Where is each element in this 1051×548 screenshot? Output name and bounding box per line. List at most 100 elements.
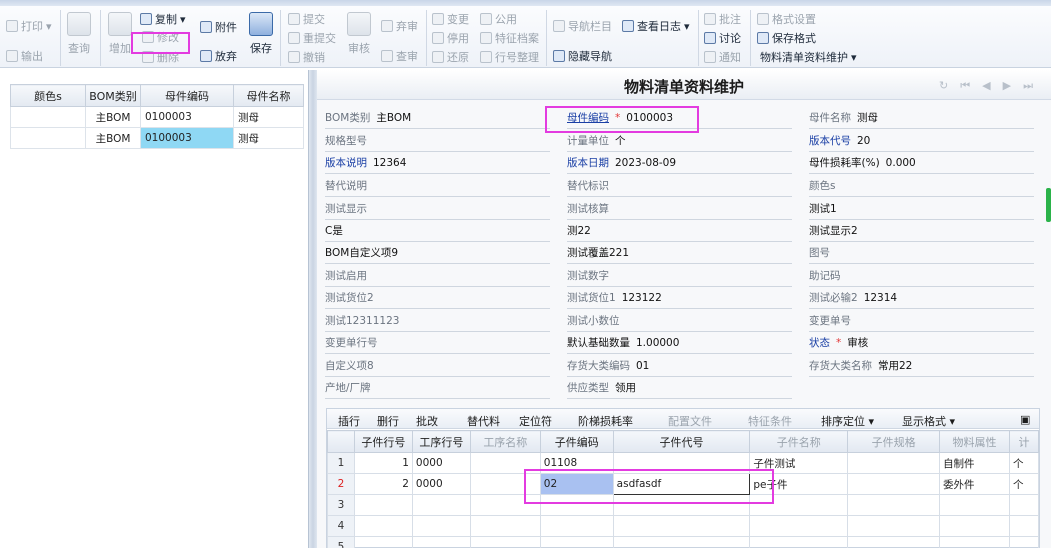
prev-record-icon[interactable]: ◀ [982,79,990,93]
change-button[interactable]: 变更 [432,11,469,27]
field-inv-class-name[interactable]: 存货大类名称 常用22 [809,355,1034,377]
field-version-date[interactable]: 版本日期 2023-08-09 [567,152,792,174]
grid-cell[interactable]: 个 [1008,473,1040,495]
field-version-desc[interactable]: 版本说明 12364 [325,152,550,174]
save-button[interactable]: 保存 [249,12,273,56]
grid-cell[interactable]: 自制件 [939,452,1010,474]
field-test-location1[interactable]: 测试货位1 123122 [567,287,792,309]
field-drawing-no[interactable]: 图号 [809,242,1034,264]
field-test-required2[interactable]: 测试必输2 12314 [809,287,1034,309]
field-c-is[interactable]: C是 [325,220,550,242]
grid-cell[interactable]: 2 [353,473,413,495]
panel-splitter[interactable] [309,70,317,548]
field-parent-loss-rate[interactable]: 母件损耗率(%) 0.000 [809,152,1034,174]
col-header-op-name[interactable]: 工序名称 [469,430,541,453]
field-alt-flag[interactable]: 替代标识 [567,175,792,197]
field-supply-type[interactable]: 供应类型 领用 [567,377,792,399]
restore-button[interactable]: 还原 [432,49,469,65]
hide-nav-button[interactable]: 隐藏导航 [553,48,612,64]
query-button[interactable]: 查询 [67,12,91,56]
step-loss-button[interactable]: 阶梯损耗率 [578,413,633,429]
export-button[interactable]: 输出 [6,48,43,64]
abandon-audit-button[interactable]: 弃审 [381,18,418,34]
attach-button[interactable]: 附件 [200,19,237,35]
grid-cell[interactable]: 1 [353,452,413,474]
grid-cell[interactable] [847,452,941,474]
first-record-icon[interactable]: ⏮ [960,79,970,93]
comment-button[interactable]: 批注 [704,11,741,27]
common-button[interactable]: 公用 [480,11,517,27]
last-record-icon[interactable]: ⏭ [1023,79,1033,93]
col-header-child-spec[interactable]: 子件规格 [847,430,941,453]
grid-cell[interactable]: 0000 [411,452,471,474]
col-header-material-attr[interactable]: 物料属性 [939,430,1010,453]
next-record-icon[interactable]: ▶ [1003,79,1011,93]
field-test22[interactable]: 测22 [567,220,792,242]
save-format-button[interactable]: 保存格式 [757,30,816,46]
field-version-code[interactable]: 版本代号 20 [809,130,1034,152]
field-test1[interactable]: 测试1 [809,198,1034,220]
col-header-color[interactable]: 颜色s [10,84,86,107]
field-test-display[interactable]: 测试显示 [325,198,550,220]
feature-condition-button[interactable]: 特征条件 [748,413,792,429]
col-header-bom-type[interactable]: BOM类别 [85,84,141,107]
feature-file-button[interactable]: 特征档案 [480,30,539,46]
field-alt-desc[interactable]: 替代说明 [325,175,550,197]
resubmit-button[interactable]: 重提交 [288,30,336,46]
config-file-button[interactable]: 配置文件 [668,413,712,429]
field-origin-brand[interactable]: 产地/厂牌 [325,377,550,399]
field-change-row-no[interactable]: 变更单行号 [325,332,550,354]
grid-settings-icon[interactable]: ▣ [1020,413,1030,426]
grid-cell[interactable] [847,473,941,495]
col-header-op-row[interactable]: 工序行号 [411,430,471,453]
batch-edit-button[interactable]: 批改 [416,413,438,429]
field-bom-custom9[interactable]: BOM自定义项9 [325,242,550,264]
row-arrange-button[interactable]: 行号整理 [480,49,539,65]
field-default-base-qty[interactable]: 默认基础数量 1.00000 [567,332,792,354]
grid-cell[interactable]: 个 [1008,452,1040,474]
locator-button[interactable]: 定位符 [519,413,552,429]
col-header-child-code[interactable]: 子件编码 [539,430,614,453]
disable-button[interactable]: 停用 [432,30,469,46]
discuss-button[interactable]: 讨论 [704,30,741,46]
field-test-number[interactable]: 测试数字 [567,265,792,287]
table-row-selected[interactable]: 主BOM 0100003 测母 [10,127,304,149]
field-mnemonic[interactable]: 助记码 [809,265,1034,287]
field-unit[interactable]: 计量单位个 [567,130,792,152]
field-test-location2[interactable]: 测试货位2 [325,287,550,309]
grid-cell[interactable]: 委外件 [939,473,1010,495]
refresh-icon[interactable]: ↻ [939,79,948,93]
format-settings-button[interactable]: 格式设置 [757,11,816,27]
copy-button[interactable]: 复制 ▾ [140,11,186,27]
display-format-button[interactable]: 显示格式 ▾ [902,413,955,429]
col-header-unit[interactable]: 计 [1008,430,1040,453]
field-test-decimal[interactable]: 测试小数位 [567,310,792,332]
field-test-display2[interactable]: 测试显示2 [809,220,1034,242]
field-test12311123[interactable]: 测试12311123 [325,310,550,332]
field-test-cover221[interactable]: 测试覆盖221 [567,242,792,264]
insert-row-button[interactable]: 插行 [338,413,360,429]
nav-bar-button[interactable]: 导航栏目 [553,18,612,34]
field-spec[interactable]: 规格型号 [325,130,550,152]
table-row[interactable]: 4 [327,515,1040,537]
table-row[interactable]: 5 [327,536,1040,548]
notify-button[interactable]: 通知 [704,49,741,65]
discard-button[interactable]: 放弃 [200,48,237,64]
sort-locate-button[interactable]: 排序定位 ▾ [821,413,874,429]
add-button[interactable]: 增加 [108,12,132,56]
print-button[interactable]: 打印 ▾ [6,18,52,34]
scroll-indicator[interactable] [1046,188,1051,222]
field-bom-type[interactable]: BOM类别 主BOM [325,107,550,129]
col-header-child-row[interactable]: 子件行号 [353,430,413,453]
view-log-button[interactable]: 查看日志 ▾ [622,18,690,34]
field-change-no[interactable]: 变更单号 [809,310,1034,332]
field-test-enable[interactable]: 测试启用 [325,265,550,287]
col-header-child-name[interactable]: 子件名称 [749,430,849,453]
revoke-button[interactable]: 撤销 [288,49,325,65]
col-header-child-alias[interactable]: 子件代号 [612,430,751,453]
col-header-parent-code[interactable]: 母件编码 [140,84,234,107]
field-inv-class-code[interactable]: 存货大类编码 01 [567,355,792,377]
grid-cell[interactable]: 0000 [411,473,471,495]
substitute-button[interactable]: 替代料 [467,413,500,429]
col-header-parent-name[interactable]: 母件名称 [233,84,304,107]
